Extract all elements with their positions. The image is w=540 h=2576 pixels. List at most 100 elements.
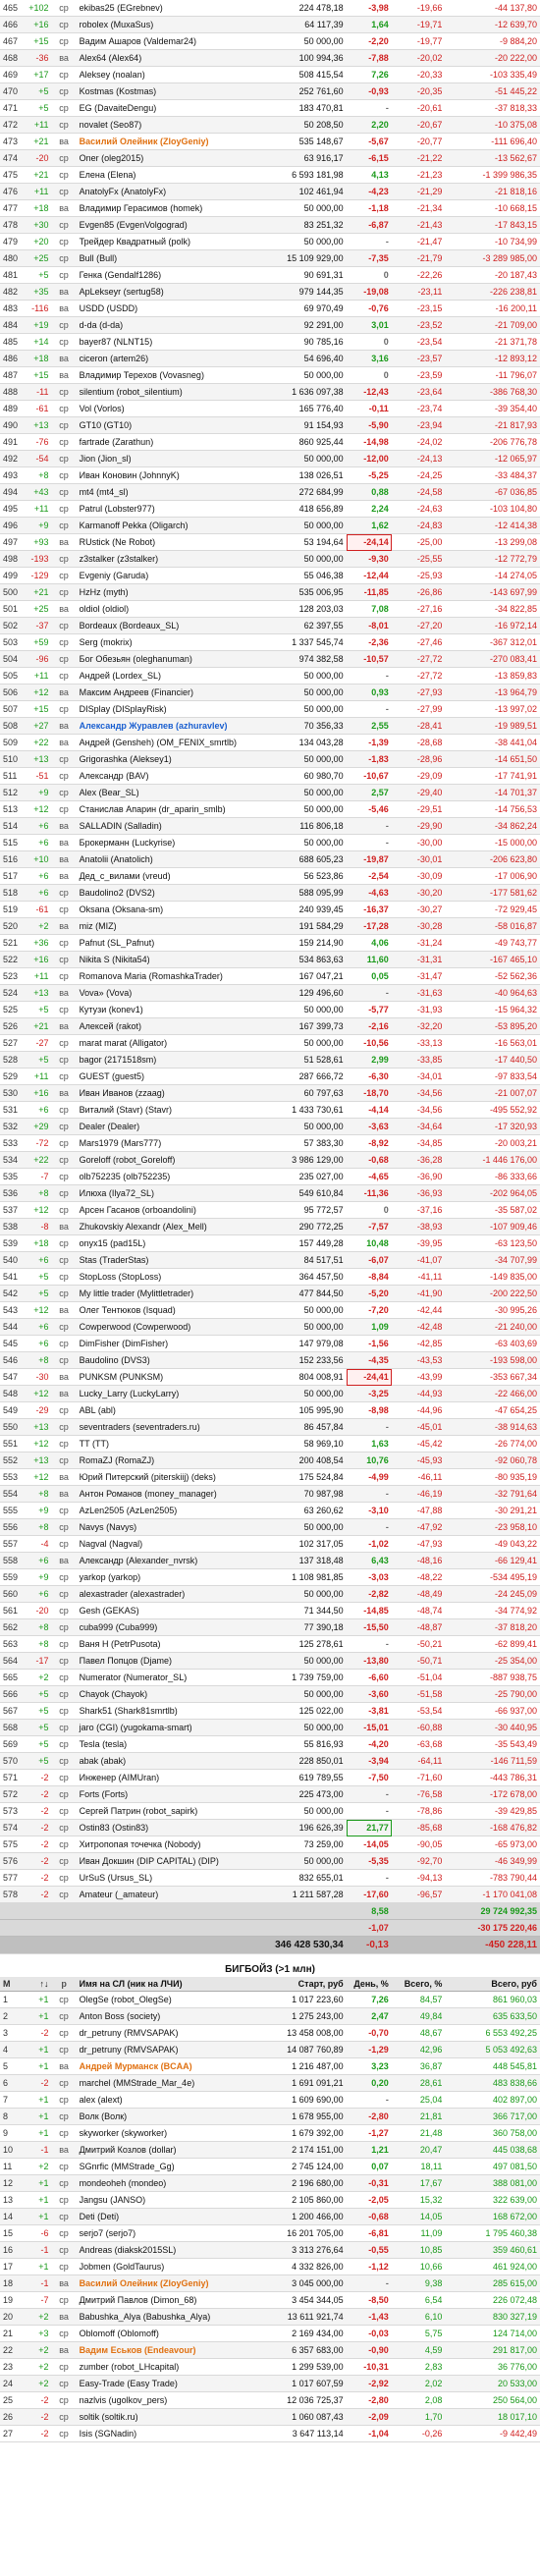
trader-name-link[interactable]: Владимир Терехов (Vovasneg) bbox=[76, 366, 258, 384]
trader-name-link[interactable]: Jion (Jion_sl) bbox=[76, 450, 258, 467]
trader-name-link[interactable]: novalet (Seo87) bbox=[76, 116, 258, 134]
trader-name-link[interactable]: Иван Иванов (zzaag) bbox=[76, 1084, 258, 1102]
table-row[interactable]: 490 +13 сp GT10 (GT10) 91 154,93 -5,90 -23,94-… bbox=[0, 416, 540, 434]
table-row[interactable]: 542 +5 сp My little trader (Mylittletrader)… bbox=[0, 1285, 540, 1302]
table-row[interactable]: 529 +11 сp GUEST (guest5) 287 666,72 -6,30 -34… bbox=[0, 1068, 540, 1085]
table-row[interactable]: 521 +36 сp Pafnut (SL_Pafnut) 159 214,90 4,06… bbox=[0, 934, 540, 952]
trader-name-link[interactable]: ABL (abl) bbox=[76, 1401, 258, 1419]
table-row[interactable]: 24 +2 сp Easy-Trade (Easy Trade) 1 017 607,5… bbox=[0, 2375, 540, 2392]
table-row[interactable]: 487 +15 ва Владимир Терехов (Vovasneg) 50 00… bbox=[0, 366, 540, 384]
table-row[interactable]: 26 -2 сp soltik (soltik.ru) 1 060 087,43 -2,0… bbox=[0, 2408, 540, 2426]
table-row[interactable]: 573 -2 сp Сергей Патрин (robot_sapirk) 50 00… bbox=[0, 1802, 540, 1820]
trader-name-link[interactable]: Андрей Мурманск (BCAA) bbox=[76, 2057, 258, 2075]
table-row[interactable]: 541 +5 сp StopLoss (StopLoss) 364 457,50 -8,8… bbox=[0, 1268, 540, 1286]
table-row[interactable]: 512 +9 сp Alex (Bear_SL) 50 000,00 2,57 -29,40… bbox=[0, 784, 540, 801]
trader-name-link[interactable]: Andreas (diaksk2015SL) bbox=[76, 2241, 258, 2259]
trader-name-link[interactable]: Василий Олейник (ZloyGeniy) bbox=[76, 133, 258, 150]
table-row[interactable]: 486 +18 ва ciceron (artem26) 54 696,40 3,16 -2… bbox=[0, 350, 540, 367]
trader-name-link[interactable]: z3stalker (z3stalker) bbox=[76, 550, 258, 568]
table-row[interactable]: 530 +16 ва Иван Иванов (zzaag) 60 797,63 -18,… bbox=[0, 1084, 540, 1102]
table-row[interactable]: 577 -2 сp UrSuS (Ursus_SL) 832 655,01- -94,13… bbox=[0, 1869, 540, 1887]
table-row[interactable]: 540 +6 сp Stas (TraderStas) 84 517,51 -6,07 -4… bbox=[0, 1251, 540, 1269]
table-row[interactable]: 572 -2 сp Forts (Forts) 225 473,00- -76,58 -17… bbox=[0, 1785, 540, 1803]
trader-name-link[interactable]: Shark51 (Shark81smrtlb) bbox=[76, 1702, 258, 1720]
trader-name-link[interactable]: Дмитрий Павлов (Dimon_68) bbox=[76, 2291, 258, 2309]
table-row[interactable]: 474 -20 сp Oner (oleg2015) 63 916,17 -6,15 -21… bbox=[0, 149, 540, 167]
trader-name-link[interactable]: marat marat (Alligator) bbox=[76, 1034, 258, 1052]
table-row[interactable]: 8 +1 сp Волк (Волк) 1 678 955,00 -2,80 21,81 36… bbox=[0, 2108, 540, 2125]
trader-name-link[interactable]: Zhukovskiy Alexandr (Alex_Mell) bbox=[76, 1218, 258, 1235]
trader-name-link[interactable]: Елена (Elena) bbox=[76, 166, 258, 184]
trader-name-link[interactable]: Иван Докшин (DIP CAPITAL) (DIP) bbox=[76, 1852, 258, 1870]
table-row[interactable]: 574 -2 сp Ostin83 (Ostin83) 196 626,39 21,77-… bbox=[0, 1819, 540, 1836]
trader-name-link[interactable]: AzLen2505 (AzLen2505) bbox=[76, 1502, 258, 1519]
trader-name-link[interactable]: Станислав Апарин (dr_aparin_smlb) bbox=[76, 800, 258, 818]
trader-name-link[interactable]: Ваня Н (PetrPusota) bbox=[76, 1635, 258, 1653]
trader-name-link[interactable]: Юрий Питерский (piterskiij) (deks) bbox=[76, 1468, 258, 1486]
trader-name-link[interactable]: Андрей (Gensheh) (OM_FENIX_smrtlb) bbox=[76, 734, 258, 751]
table-row[interactable]: 552 +13 сp RomaZJ (RomaZJ) 200 408,54 10,76 -4… bbox=[0, 1452, 540, 1469]
table-row[interactable]: 569 +5 сp Tesla (tesla) 55 816,93 -4,20 -63,68… bbox=[0, 1735, 540, 1753]
trader-name-link[interactable]: Брокерманн (Luckyrise) bbox=[76, 834, 258, 851]
trader-name-link[interactable]: GUEST (guest5) bbox=[76, 1068, 258, 1085]
table-row[interactable]: 12 +1 сp mondeoheh (mondeo) 2 196 680,00 -0,3… bbox=[0, 2174, 540, 2192]
header-start[interactable]: Старт, руб bbox=[257, 1977, 347, 1992]
table-row[interactable]: 510 +13 сp Grigorashka (Aleksey1) 50 000,00-… bbox=[0, 750, 540, 768]
trader-name-link[interactable]: Karmanoff Pekka (Oligarch) bbox=[76, 517, 258, 534]
table-row[interactable]: 515 +6 ва Брокерманн (Luckyrise) 50 000,00- -… bbox=[0, 834, 540, 851]
trader-name-link[interactable]: Виталий (Stavr) (Stavr) bbox=[76, 1101, 258, 1119]
table-row[interactable]: 504 -96 сp Бог Обезьян (oleghanuman) 974 382… bbox=[0, 650, 540, 668]
table-row[interactable]: 565 +2 сp Numerator (Numerator_SL) 1 739 759… bbox=[0, 1669, 540, 1686]
table-row[interactable]: 485 +14 сp bayer87 (NLNT15) 90 785,16 0 -23,54… bbox=[0, 333, 540, 351]
header-name[interactable]: Имя на СЛ (ник на ЛЧИ) bbox=[76, 1977, 258, 1992]
table-row[interactable]: 482 +35 ва ApLekseyr (sertug58) 979 144,35 -1… bbox=[0, 283, 540, 301]
table-row[interactable]: 532 +29 сp Dealer (Dealer) 50 000,00 -3,63 -34… bbox=[0, 1118, 540, 1135]
table-row[interactable]: 2 +1 сp Anton Boss (society) 1 275 243,00 2,4… bbox=[0, 2007, 540, 2025]
trader-name-link[interactable]: soltik (soltik.ru) bbox=[76, 2408, 258, 2426]
trader-name-link[interactable]: jaro (CGI) (yugokama-smart) bbox=[76, 1719, 258, 1736]
trader-name-link[interactable]: Anton Boss (society) bbox=[76, 2007, 258, 2025]
trader-name-link[interactable]: GT10 (GT10) bbox=[76, 416, 258, 434]
trader-name-link[interactable]: robolex (MuxaSus) bbox=[76, 16, 258, 33]
table-row[interactable]: 17 +1 сp Jobmen (GoldTaurus) 4 332 826,00 -1,… bbox=[0, 2258, 540, 2275]
header-day[interactable]: День, % bbox=[346, 1977, 392, 1992]
table-row[interactable]: 497 +93 ва RUstick (Ne Robot) 53 194,64 -24,1… bbox=[0, 533, 540, 551]
trader-name-link[interactable]: Goreloff (robot_Goreloff) bbox=[76, 1151, 258, 1169]
trader-name-link[interactable]: silentium (robot_silentium) bbox=[76, 383, 258, 401]
trader-name-link[interactable]: nazlvis (ugolkov_pers) bbox=[76, 2391, 258, 2409]
trader-name-link[interactable]: Дмитрий Козлов (dollar) bbox=[76, 2141, 258, 2159]
trader-name-link[interactable]: Forts (Forts) bbox=[76, 1785, 258, 1803]
table-row[interactable]: 500 +21 сp HzHz (myth) 535 006,95 -11,85 -26,8… bbox=[0, 583, 540, 601]
trader-name-link[interactable]: Илюха (Ilya72_SL) bbox=[76, 1184, 258, 1202]
trader-name-link[interactable]: Кутузи (konev1) bbox=[76, 1001, 258, 1018]
table-row[interactable]: 537 +12 сp Арсен Гасанов (orboandolini) 95 7… bbox=[0, 1201, 540, 1219]
trader-name-link[interactable]: dr_petruny (RMVSAPAK) bbox=[76, 2024, 258, 2042]
table-row[interactable]: 476 +11 сp AnatolyFx (AnatolyFx) 102 461,94-… bbox=[0, 183, 540, 200]
table-row[interactable]: 516 +10 ва Anatolii (Anatolich) 688 605,23 -1… bbox=[0, 850, 540, 868]
table-row[interactable]: 473 +21 ва Василий Олейник (ZloyGeniy) 535 1… bbox=[0, 133, 540, 150]
table-row[interactable]: 492 -54 сp Jion (Jion_sl) 50 000,00 -12,00 -24… bbox=[0, 450, 540, 467]
trader-name-link[interactable]: Вадим Ашаров (Valdemar24) bbox=[76, 32, 258, 50]
trader-name-link[interactable]: fartrade (Zarathun) bbox=[76, 433, 258, 451]
table-row[interactable]: 502 -37 сp Bordeaux (Bordeaux_SL) 62 397,55-… bbox=[0, 617, 540, 634]
table-row[interactable]: 531 +6 сp Виталий (Stavr) (Stavr) 1 433 730,… bbox=[0, 1101, 540, 1119]
trader-name-link[interactable]: miz (MIZ) bbox=[76, 917, 258, 935]
trader-name-link[interactable]: marchel (MMStrade_Mar_4e) bbox=[76, 2074, 258, 2092]
table-row[interactable]: 568 +5 сp jaro (CGI) (yugokama-smart) 50 000… bbox=[0, 1719, 540, 1736]
table-row[interactable]: 483 -116 ва USDD (USDD) 69 970,49 -0,76 -23,15… bbox=[0, 300, 540, 317]
trader-name-link[interactable]: alexastrader (alexastrader) bbox=[76, 1585, 258, 1603]
trader-name-link[interactable]: Aleksey (noalan) bbox=[76, 66, 258, 83]
table-row[interactable]: 20 +2 ва Babushka_Alya (Babushka_Alya) 13 61… bbox=[0, 2308, 540, 2326]
table-row[interactable]: 10 -1 ва Дмитрий Козлов (dollar) 2 174 151,0… bbox=[0, 2141, 540, 2159]
table-row[interactable]: 23 +2 сp zumber (robot_LHcapital) 1 299 539,… bbox=[0, 2358, 540, 2376]
table-row[interactable]: 543 +12 ва Олег Тентюков (Isquad) 50 000,00-… bbox=[0, 1301, 540, 1319]
table-row[interactable]: 498 -193 сp z3stalker (z3stalker) 50 000,00-… bbox=[0, 550, 540, 568]
table-row[interactable]: 524 +13 ва Vova» (Vova) 129 496,60- -31,63 -40… bbox=[0, 984, 540, 1002]
trader-name-link[interactable]: Deti (Deti) bbox=[76, 2208, 258, 2225]
trader-name-link[interactable]: Nikita S (Nikita54) bbox=[76, 951, 258, 968]
trader-name-link[interactable]: Вадим Еськов (Endeavour) bbox=[76, 2341, 258, 2359]
table-row[interactable]: 555 +9 сp AzLen2505 (AzLen2505) 63 260,62 -3,… bbox=[0, 1502, 540, 1519]
trader-name-link[interactable]: Инженер (AIMUran) bbox=[76, 1769, 258, 1786]
table-row[interactable]: 19 -7 сp Дмитрий Павлов (Dimon_68) 3 454 344… bbox=[0, 2291, 540, 2309]
table-row[interactable]: 563 +8 сp Ваня Н (PetrPusota) 125 278,61- -50… bbox=[0, 1635, 540, 1653]
